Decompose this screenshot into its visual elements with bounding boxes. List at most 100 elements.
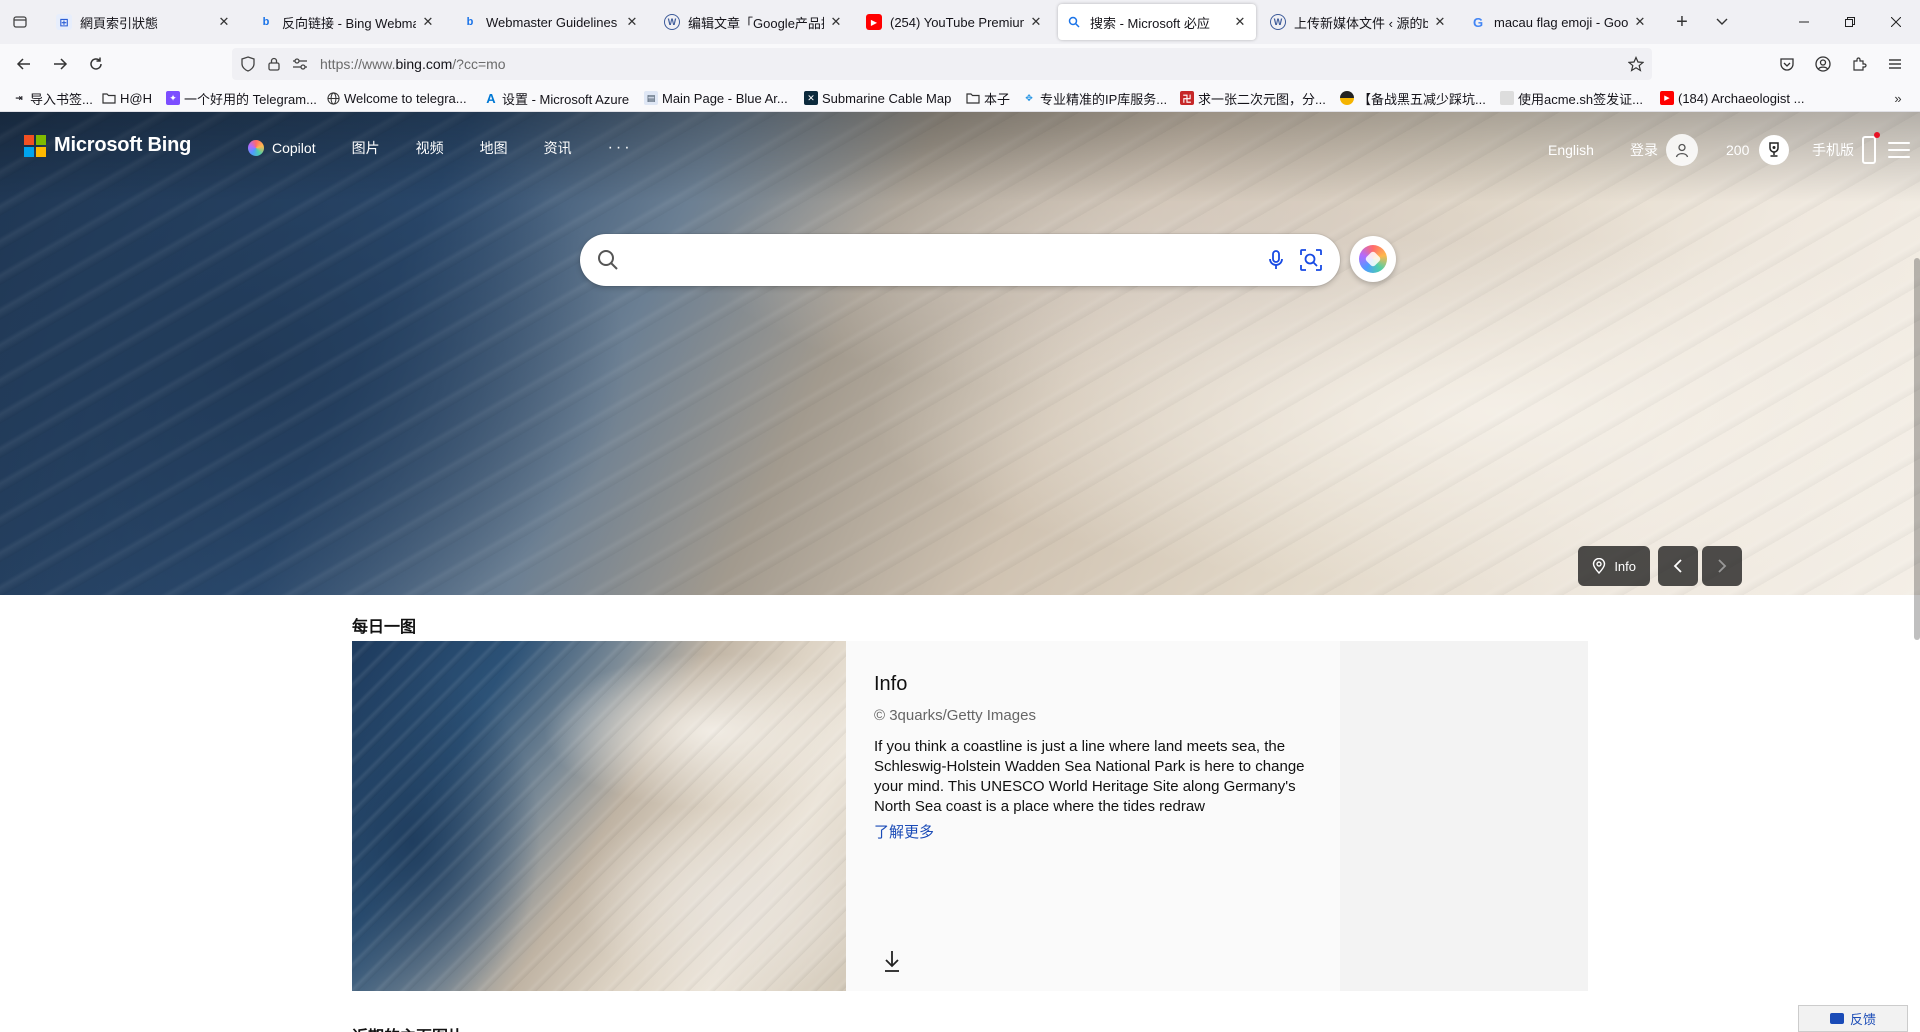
minimize-icon[interactable] (1781, 0, 1827, 44)
address-bar[interactable]: https://www.bing.com/?cc=mo (232, 48, 1652, 80)
bookmark-label: 一个好用的 Telegram... (184, 91, 317, 107)
close-icon[interactable]: ✕ (828, 14, 844, 30)
logo-text: Microsoft Bing (54, 134, 192, 156)
site-icon (1340, 91, 1354, 105)
tab-0[interactable]: ⊞ 網頁索引狀態 ✕ (48, 4, 240, 40)
nav-images[interactable]: 图片 (352, 138, 380, 158)
bing-icon: b (466, 16, 474, 28)
back-arrow-icon[interactable] (10, 50, 38, 78)
bookmarks-toolbar: ⇥ 导入书签... H@H ✦ 一个好用的 Telegram... Welcome … (0, 84, 1920, 112)
tab-title: 编辑文章「Google产品搜 (688, 15, 824, 31)
shield-icon[interactable] (240, 56, 256, 72)
app-menu-icon[interactable] (1884, 53, 1906, 75)
copilot-icon (1359, 245, 1387, 273)
url-text[interactable]: https://www.bing.com/?cc=mo (320, 56, 506, 72)
nav-copilot[interactable]: Copilot (248, 140, 316, 156)
bookmark-label: Main Page - Blue Ar... (662, 90, 788, 106)
tab-3[interactable]: W 编辑文章「Google产品搜 ✕ (656, 4, 852, 40)
close-icon[interactable]: ✕ (1028, 14, 1044, 30)
tab-4[interactable]: ▶ (254) YouTube Premium - ✕ (858, 4, 1052, 40)
chevron-down-icon[interactable] (1710, 10, 1734, 34)
mobile-link[interactable]: 手机版 (1812, 132, 1880, 168)
microphone-icon[interactable] (1264, 248, 1288, 272)
lock-icon[interactable] (266, 56, 282, 72)
tab-6[interactable]: W 上传新媒体文件 ‹ 源的blog ✕ (1262, 4, 1456, 40)
section-title: 每日一图 (352, 619, 417, 636)
bookmark-item[interactable]: 卍求一张二次元图，分... (1180, 88, 1326, 108)
youtube-icon: ▶ (866, 14, 882, 30)
cable-map-icon: ✕ (804, 91, 818, 105)
forward-arrow-icon[interactable] (46, 50, 74, 78)
top-navigation: Copilot 图片 视频 地图 资讯 ··· (248, 138, 669, 158)
previous-image-button[interactable] (1658, 546, 1698, 586)
rewards-button[interactable]: 200 (1726, 132, 1790, 168)
bookmark-item[interactable]: ✕ Submarine Cable Map (804, 88, 951, 108)
tab-7[interactable]: G macau flag emoji - Goog ✕ (1462, 4, 1656, 40)
tab-1[interactable]: b 反向链接 - Bing Webmast ✕ (250, 4, 444, 40)
hero-info-button[interactable]: Info (1578, 546, 1650, 586)
tab-title: 搜索 - Microsoft 必应 (1090, 15, 1210, 31)
bookmark-item[interactable]: 使用acme.sh签发证... (1500, 88, 1643, 108)
close-icon[interactable]: ✕ (1632, 14, 1648, 30)
nav-news[interactable]: 资讯 (544, 138, 572, 158)
import-icon: ⇥ (15, 92, 23, 103)
extensions-icon[interactable] (1848, 53, 1870, 75)
bookmark-item[interactable]: ▤ Main Page - Blue Ar... (644, 88, 788, 108)
menu-button[interactable] (1888, 132, 1910, 168)
chevron-double-right-icon[interactable]: » (1888, 88, 1908, 108)
learn-more-link[interactable]: 了解更多 (874, 821, 934, 842)
bookmark-item[interactable]: ▶ (184) Archaeologist ... (1660, 88, 1804, 108)
permissions-icon[interactable] (292, 56, 308, 72)
close-icon[interactable]: ✕ (420, 14, 436, 30)
feedback-button[interactable]: 反馈 (1798, 1005, 1908, 1032)
copilot-button[interactable] (1350, 236, 1396, 282)
reload-icon[interactable] (82, 50, 110, 78)
tab-title: Webmaster Guidelines - | (486, 14, 620, 30)
bookmark-item[interactable]: ⇥ 导入书签... (12, 88, 93, 108)
bookmark-folder[interactable]: H@H (102, 88, 152, 108)
bookmark-item[interactable]: A 设置 - Microsoft Azure (484, 88, 629, 108)
search-input[interactable] (636, 244, 1236, 276)
close-icon[interactable]: ✕ (624, 14, 640, 30)
bookmark-item[interactable]: ✦ 一个好用的 Telegram... (166, 88, 317, 108)
search-icon (1066, 14, 1082, 30)
hero-controls: Info (1578, 546, 1742, 586)
next-image-button[interactable] (1702, 546, 1742, 586)
url-path: /?cc=mo (452, 56, 506, 72)
restore-icon[interactable] (1827, 0, 1873, 44)
tab-title: 上传新媒体文件 ‹ 源的blog (1294, 15, 1428, 31)
youtube-icon: ▶ (1660, 91, 1674, 105)
nav-videos[interactable]: 视频 (416, 138, 444, 158)
bookmark-label: 【备战黑五减少踩坑... (1358, 91, 1486, 107)
user-avatar-icon (1666, 134, 1698, 166)
bookmark-folder[interactable]: 本子 (966, 88, 1010, 108)
tab-title: 反向链接 - Bing Webmast (282, 15, 416, 31)
bing-logo[interactable]: Microsoft Bing (24, 134, 191, 157)
forum-icon: 卍 (1180, 91, 1194, 105)
bookmark-item[interactable]: Welcome to telegra... (326, 88, 467, 108)
folder-icon (966, 91, 980, 105)
account-icon[interactable] (1812, 53, 1834, 75)
download-icon[interactable] (882, 949, 902, 973)
bing-icon: b (262, 16, 270, 28)
nav-more[interactable]: ··· (608, 139, 633, 157)
tab-5[interactable]: 搜索 - Microsoft 必应 ✕ (1058, 4, 1256, 40)
bookmark-item[interactable]: 【备战黑五减少踩坑... (1340, 88, 1486, 108)
signin-button[interactable]: 登录 (1630, 132, 1698, 168)
nav-maps[interactable]: 地图 (480, 138, 508, 158)
list-all-tabs-icon[interactable] (8, 11, 32, 33)
tab-2[interactable]: b Webmaster Guidelines - | ✕ (454, 4, 648, 40)
bookmark-star-icon[interactable] (1628, 56, 1644, 72)
visual-search-icon[interactable] (1298, 247, 1324, 273)
language-link[interactable]: English (1548, 132, 1594, 168)
close-icon[interactable]: ✕ (216, 14, 232, 30)
pocket-icon[interactable] (1776, 53, 1798, 75)
daily-image-thumbnail[interactable] (352, 641, 846, 991)
close-window-icon[interactable] (1873, 0, 1919, 44)
hero-background-image: Microsoft Bing Copilot 图片 视频 地图 资讯 ··· E… (0, 112, 1920, 595)
page-scrollbar[interactable] (1914, 258, 1920, 640)
close-icon[interactable]: ✕ (1432, 14, 1448, 30)
bookmark-item[interactable]: ✥ 专业精准的IP库服务... (1022, 88, 1167, 108)
close-icon[interactable]: ✕ (1232, 14, 1248, 30)
new-tab-icon[interactable]: + (1670, 10, 1694, 34)
